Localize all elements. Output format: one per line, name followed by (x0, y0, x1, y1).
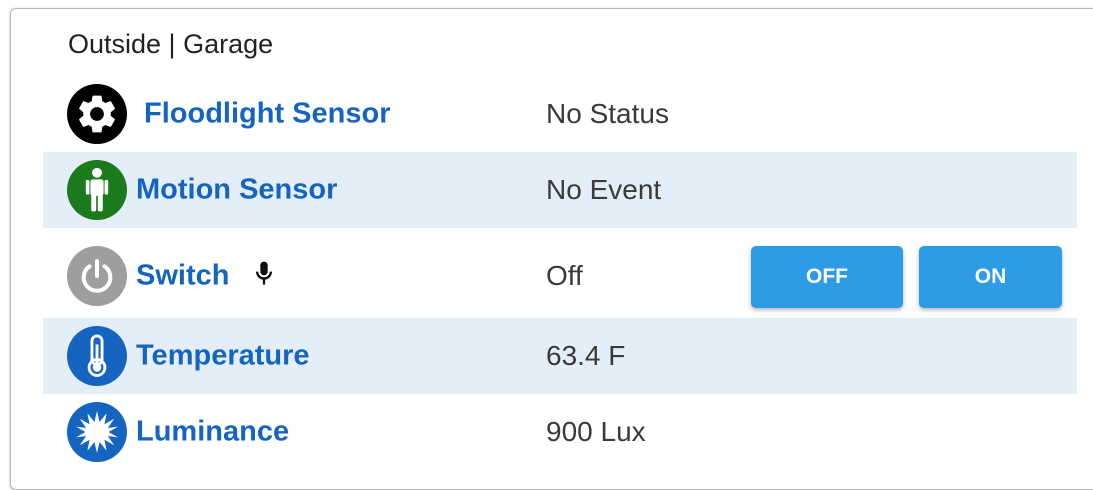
device-link-floodlight-sensor[interactable]: Floodlight Sensor (144, 98, 391, 131)
device-row-temperature: Temperature 63.4 F (43, 318, 1077, 394)
sun-burst-icon (67, 402, 127, 462)
device-status: Off (546, 260, 583, 291)
device-status: 900 Lux (546, 416, 646, 447)
switch-on-button[interactable]: ON (919, 246, 1062, 308)
device-status: No Event (546, 174, 662, 205)
device-card: Outside | Garage Floodlight Sensor No St… (10, 8, 1093, 490)
gear-icon (67, 84, 127, 144)
device-link-switch[interactable]: Switch (136, 260, 229, 293)
device-link-luminance[interactable]: Luminance (136, 416, 289, 449)
device-link-temperature[interactable]: Temperature (136, 340, 310, 373)
device-row-luminance: Luminance 900 Lux (43, 394, 1077, 470)
device-row-switch: Switch Off OFF ON (43, 234, 1077, 318)
power-icon (67, 246, 127, 306)
device-row-floodlight-sensor: Floodlight Sensor No Status (43, 76, 1077, 152)
device-link-motion-sensor[interactable]: Motion Sensor (136, 174, 337, 207)
device-status: No Status (546, 98, 669, 129)
card-title: Outside | Garage (68, 29, 274, 59)
person-icon (67, 160, 127, 220)
device-status: 63.4 F (546, 340, 626, 371)
device-row-motion-sensor: Motion Sensor No Event (43, 152, 1077, 228)
thermometer-icon (67, 326, 127, 386)
switch-off-button[interactable]: OFF (751, 246, 903, 308)
microphone-icon (253, 260, 275, 293)
